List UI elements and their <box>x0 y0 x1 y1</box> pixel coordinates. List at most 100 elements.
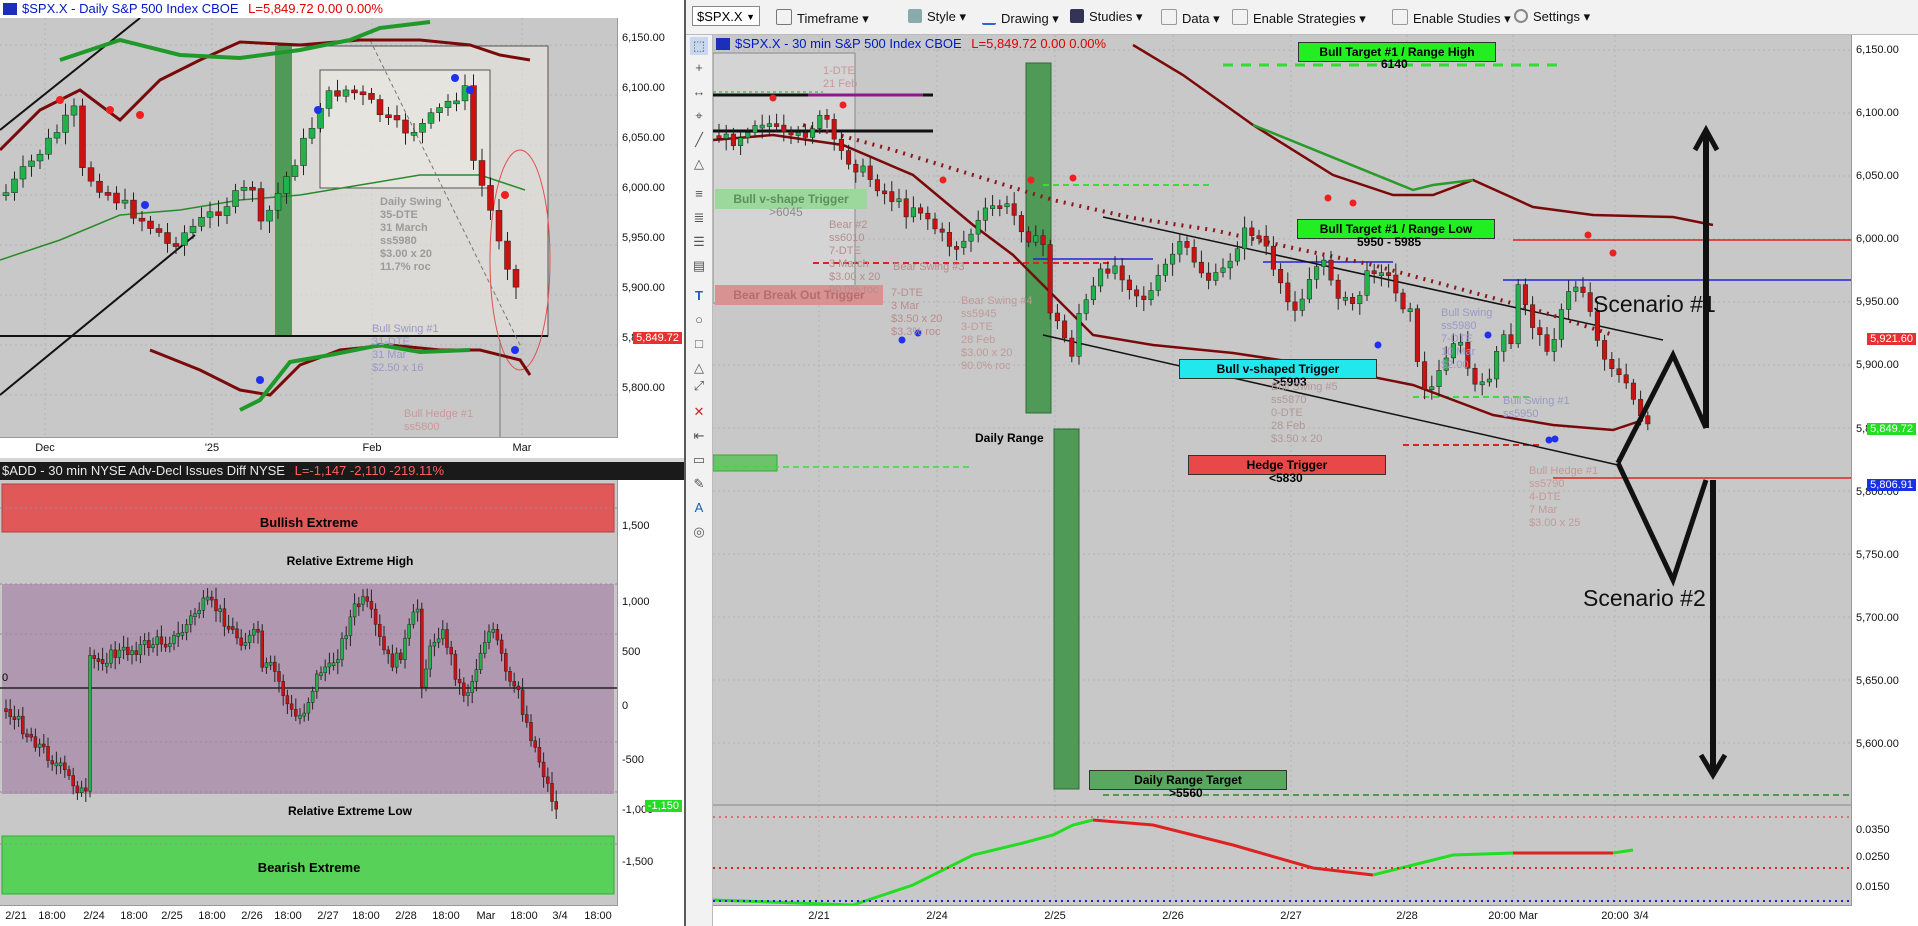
settings-menu[interactable]: Settings ▾ <box>1514 9 1590 25</box>
main-candle <box>1040 235 1046 245</box>
main-candle <box>968 233 974 242</box>
add-y-tick: 500 <box>622 646 641 658</box>
main-candle <box>1105 268 1111 274</box>
main-candle <box>910 207 916 218</box>
arrow-tool-icon[interactable]: ⤢ <box>690 377 708 395</box>
main-candle <box>889 191 895 202</box>
main-candle <box>903 198 909 218</box>
add-candle <box>504 653 508 672</box>
add-candle <box>172 634 176 644</box>
text-annotation-icon[interactable]: A <box>690 499 708 517</box>
main-candle <box>1155 275 1161 291</box>
add-candle <box>130 650 134 655</box>
grid-tool-icon[interactable]: ▤ <box>690 257 708 275</box>
add-candle <box>298 715 302 719</box>
add-candle <box>8 709 12 717</box>
daily-x-tick: Dec <box>35 442 55 454</box>
main-candle <box>1314 266 1320 280</box>
zoom-tool-icon[interactable]: ⌖ <box>690 107 708 125</box>
daily-candle <box>206 211 214 218</box>
enable-studies-button[interactable]: Enable Studies ▾ <box>1392 9 1511 27</box>
main-candle <box>1573 286 1579 292</box>
daily-x-tick: Mar <box>512 442 532 454</box>
main-candle <box>759 124 765 129</box>
daily-candle <box>436 107 443 113</box>
add-candle <box>168 643 172 647</box>
add-value-axis[interactable]: 1,500 1,000 500 0 -500 -1,000 -1,500 <box>617 480 684 926</box>
main-candle <box>1328 259 1334 281</box>
bull-target-high-sub: 6140 <box>1381 57 1408 71</box>
pan-tool-icon[interactable]: ↔ <box>690 83 708 101</box>
crosshair-tool-icon[interactable]: + <box>690 59 708 77</box>
add-y-tick: -1,500 <box>622 856 654 868</box>
note-bull-swing-r: Bull Swing ss5980 7-DTE 10 Mar $2.00 <box>1441 307 1493 371</box>
red-dot <box>56 96 64 104</box>
add-candle <box>201 597 206 611</box>
data-menu[interactable]: Data ▾ <box>1161 9 1220 27</box>
daily-candle <box>266 209 273 222</box>
pen-tool-icon[interactable]: ✎ <box>690 475 708 493</box>
main-candle <box>1270 245 1276 270</box>
delete-drawings-icon[interactable]: ✕ <box>690 403 708 421</box>
snap-tool-icon[interactable]: ⇤ <box>690 427 708 445</box>
main-chart-pane[interactable]: $SPX.X - 30 min S&P 500 Index CBOE L=5,8… <box>713 35 1918 926</box>
add-chart-pane[interactable]: $ADD - 30 min NYSE Adv-Decl Issues Diff … <box>0 462 684 926</box>
lines-tool-icon[interactable]: ☰ <box>690 233 708 251</box>
daily-chart-pane[interactable]: $SPX.X - Daily S&P 500 Index CBOE L=5,84… <box>0 0 684 458</box>
daily-candle <box>181 232 188 246</box>
main-candle <box>810 128 816 138</box>
fib-tool-icon[interactable]: ≡ <box>690 185 708 203</box>
add-candle <box>306 702 311 714</box>
add-candle <box>323 666 327 674</box>
add-candle <box>33 736 38 748</box>
note-bull-swing-5: Bull Swing #5 ss5870 0-DTE 28 Feb $3.50 … <box>1271 381 1338 445</box>
add-candle <box>470 681 474 693</box>
add-candle <box>550 783 554 802</box>
main-candle <box>1630 382 1636 400</box>
cursor-tool-icon[interactable]: ⬚ <box>690 37 708 55</box>
rectangle-tool-icon[interactable]: □ <box>690 335 708 353</box>
trendline-tool-icon[interactable]: ╱ <box>690 131 708 149</box>
add-candle <box>403 637 407 660</box>
daily-candle <box>172 243 180 247</box>
text-tool-icon[interactable]: T <box>690 287 708 305</box>
daily-candle <box>402 119 409 134</box>
ellipse-tool-icon[interactable]: ○ <box>690 311 708 329</box>
main-candle <box>1026 231 1032 243</box>
daily-x-tick: '25 <box>204 442 220 454</box>
main-candle <box>1162 263 1168 276</box>
symbol-selector[interactable]: $SPX.X ▼ <box>692 6 760 26</box>
add-candle <box>541 761 546 778</box>
add-candle <box>4 708 8 712</box>
daily-candle <box>410 132 418 136</box>
channel-tool-icon[interactable]: ≣ <box>690 209 708 227</box>
main-chart-plot[interactable] <box>713 35 1918 926</box>
main-time-axis[interactable]: 2/21 2/24 2/25 2/26 2/27 2/28 20:00 Mar 20:00 3/… <box>713 905 1852 926</box>
main-candle <box>939 228 945 233</box>
daily-chart-plot[interactable] <box>0 0 684 458</box>
pane-divider-horizontal[interactable] <box>0 458 684 462</box>
drawing-menu[interactable]: Drawing ▾ <box>982 9 1059 27</box>
style-menu[interactable]: Style ▾ <box>908 9 966 25</box>
add-candle <box>96 658 101 662</box>
add-chart-header: $ADD - 30 min NYSE Adv-Decl Issues Diff … <box>0 462 684 480</box>
add-time-axis[interactable]: 2/21 18:00 2/24 18:00 2/25 18:00 2/26 18:00 2/27… <box>0 905 618 926</box>
target-tool-icon[interactable]: ◎ <box>690 523 708 541</box>
eraser-tool-icon[interactable]: ▭ <box>690 451 708 469</box>
main-candle <box>1436 370 1442 387</box>
daily-time-axis[interactable]: Dec '25 Feb Mar <box>0 437 618 458</box>
enable-strategies-button[interactable]: Enable Strategies ▾ <box>1232 9 1366 27</box>
main-candle <box>1242 227 1248 250</box>
daily-y-tick: 5,900.00 <box>622 282 665 294</box>
pane-divider-vertical[interactable] <box>684 0 686 926</box>
triangle-tool-icon[interactable]: △ <box>690 155 708 173</box>
add-x-tick: 18:00 <box>432 910 460 922</box>
timeframe-menu[interactable]: Timeframe ▾ <box>776 9 869 27</box>
studies-menu[interactable]: Studies ▾ <box>1070 9 1143 25</box>
main-candle <box>882 190 888 195</box>
main-candle <box>1206 272 1212 281</box>
daily-price-axis[interactable]: 6,150.00 6,100.00 6,050.00 6,000.00 5,950.00… <box>617 18 684 458</box>
shape-tool-icon[interactable]: △ <box>690 359 708 377</box>
studies-toggle-icon <box>1392 9 1408 25</box>
main-y-tick: 6,000.00 <box>1856 233 1899 245</box>
